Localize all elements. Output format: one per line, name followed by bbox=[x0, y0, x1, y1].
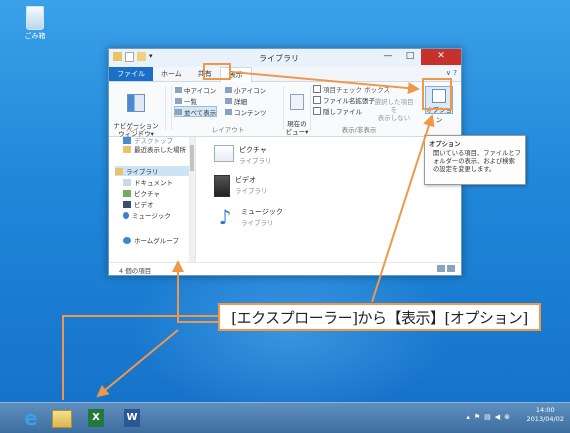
excel-icon[interactable]: X bbox=[88, 409, 104, 427]
action-center-icon[interactable]: ⚑ bbox=[474, 413, 480, 421]
arrow-to-explorer-icon bbox=[96, 329, 179, 398]
network-icon[interactable]: ▤ bbox=[484, 413, 491, 421]
instruction-callout: [エクスプローラー]から【表示】[オプション] bbox=[218, 303, 541, 331]
arrow-view-to-options bbox=[231, 71, 420, 95]
volume-icon[interactable]: ◀ bbox=[495, 413, 500, 421]
arrow-callout-to-options bbox=[371, 114, 435, 303]
clock-time: 14:00 bbox=[535, 406, 555, 414]
internet-explorer-icon[interactable]: e bbox=[20, 407, 42, 429]
arrow-callout-to-taskbar bbox=[62, 315, 218, 400]
input-indicator-icon[interactable]: ⊗ bbox=[504, 413, 510, 421]
annotation-arrows bbox=[62, 71, 435, 400]
arrow-callout-to-window bbox=[172, 260, 218, 323]
clock-date: 2013/04/02 bbox=[526, 415, 564, 423]
file-explorer-icon[interactable] bbox=[52, 410, 72, 428]
tray-chevron-icon[interactable]: ▴ bbox=[466, 413, 470, 421]
taskbar: e X W ▴ ⚑ ▤ ◀ ⊗ 14:00 2013/04/02 bbox=[0, 402, 570, 433]
clock[interactable]: 14:00 2013/04/02 bbox=[527, 406, 564, 424]
word-icon[interactable]: W bbox=[124, 409, 140, 427]
system-tray: ▴ ⚑ ▤ ◀ ⊗ bbox=[466, 413, 510, 421]
desktop: ごみ箱 ▾ ライブラリ — □ ✕ ファイル ホーム 共有 表示 ∨ ? ナビゲ… bbox=[0, 0, 570, 433]
